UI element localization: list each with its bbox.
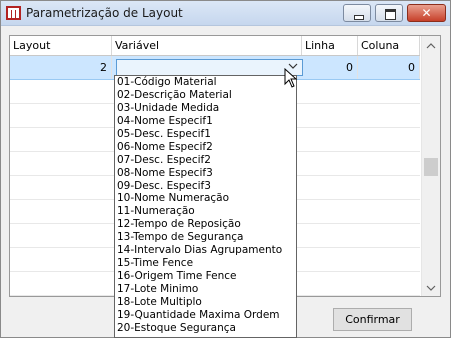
dropdown-option[interactable]: 06-Nome Especif2 [115,141,296,154]
variavel-combobox[interactable] [116,59,303,76]
column-header-layout[interactable]: Layout [10,36,112,55]
dropdown-option[interactable]: 20-Estoque Segurança [115,322,296,335]
maximize-button[interactable] [375,4,403,22]
scroll-down-icon[interactable] [426,284,436,292]
minimize-button[interactable] [343,4,371,22]
dropdown-option[interactable]: 04-Nome Especif1 [115,115,296,128]
minimize-icon [354,15,364,20]
dropdown-option[interactable]: 12-Tempo de Reposição [115,218,296,231]
dropdown-option[interactable]: 05-Desc. Especif1 [115,128,296,141]
close-button[interactable]: ✕ [407,4,446,22]
dropdown-option[interactable]: 13-Tempo de Segurança [115,231,296,244]
dropdown-option[interactable]: 15-Time Fence [115,257,296,270]
variavel-dropdown-list[interactable]: 01-Código Material 02-Descrição Material… [114,75,297,338]
dropdown-option[interactable]: 18-Lote Multiplo [115,296,296,309]
dropdown-option[interactable]: 02-Descrição Material [115,89,296,102]
scrollbar-thumb[interactable] [424,158,438,176]
cell-coluna[interactable]: 0 [358,56,420,79]
scroll-up-icon[interactable] [426,42,436,50]
dropdown-option[interactable]: 19-Quantidade Maxima Ordem [115,309,296,322]
column-header-linha[interactable]: Linha [302,36,358,55]
cell-layout[interactable]: 2 [10,56,112,79]
dropdown-option[interactable]: 17-Lote Minimo [115,283,296,296]
cell-linha[interactable]: 0 [302,56,358,79]
dropdown-option[interactable]: 08-Nome Especif3 [115,167,296,180]
vertical-scrollbar[interactable] [421,36,440,296]
dropdown-option[interactable]: 09-Desc. Especif3 [115,180,296,193]
close-icon: ✕ [421,6,432,20]
dropdown-option[interactable]: 11-Numeração [115,205,296,218]
maximize-icon [385,9,396,20]
window-title: Parametrização de Layout [26,6,183,20]
mouse-cursor-icon [284,68,298,88]
dropdown-option[interactable]: 01-Código Material [115,76,296,89]
column-header-variavel[interactable]: Variável [112,36,302,55]
app-icon [6,6,21,20]
dropdown-option[interactable]: 03-Unidade Medida [115,102,296,115]
dropdown-option[interactable]: 16-Origem Time Fence [115,270,296,283]
grid-header: Layout Variável Linha Coluna [10,36,420,56]
column-header-coluna[interactable]: Coluna [358,36,420,55]
title-bar[interactable]: Parametrização de Layout ✕ [1,1,450,26]
confirm-button[interactable]: Confirmar [333,308,412,331]
dropdown-option[interactable]: 10-Nome Numeração [115,192,296,205]
dropdown-option[interactable]: 14-Intervalo Dias Agrupamento [115,244,296,257]
dropdown-option[interactable]: 07-Desc. Especif2 [115,154,296,167]
